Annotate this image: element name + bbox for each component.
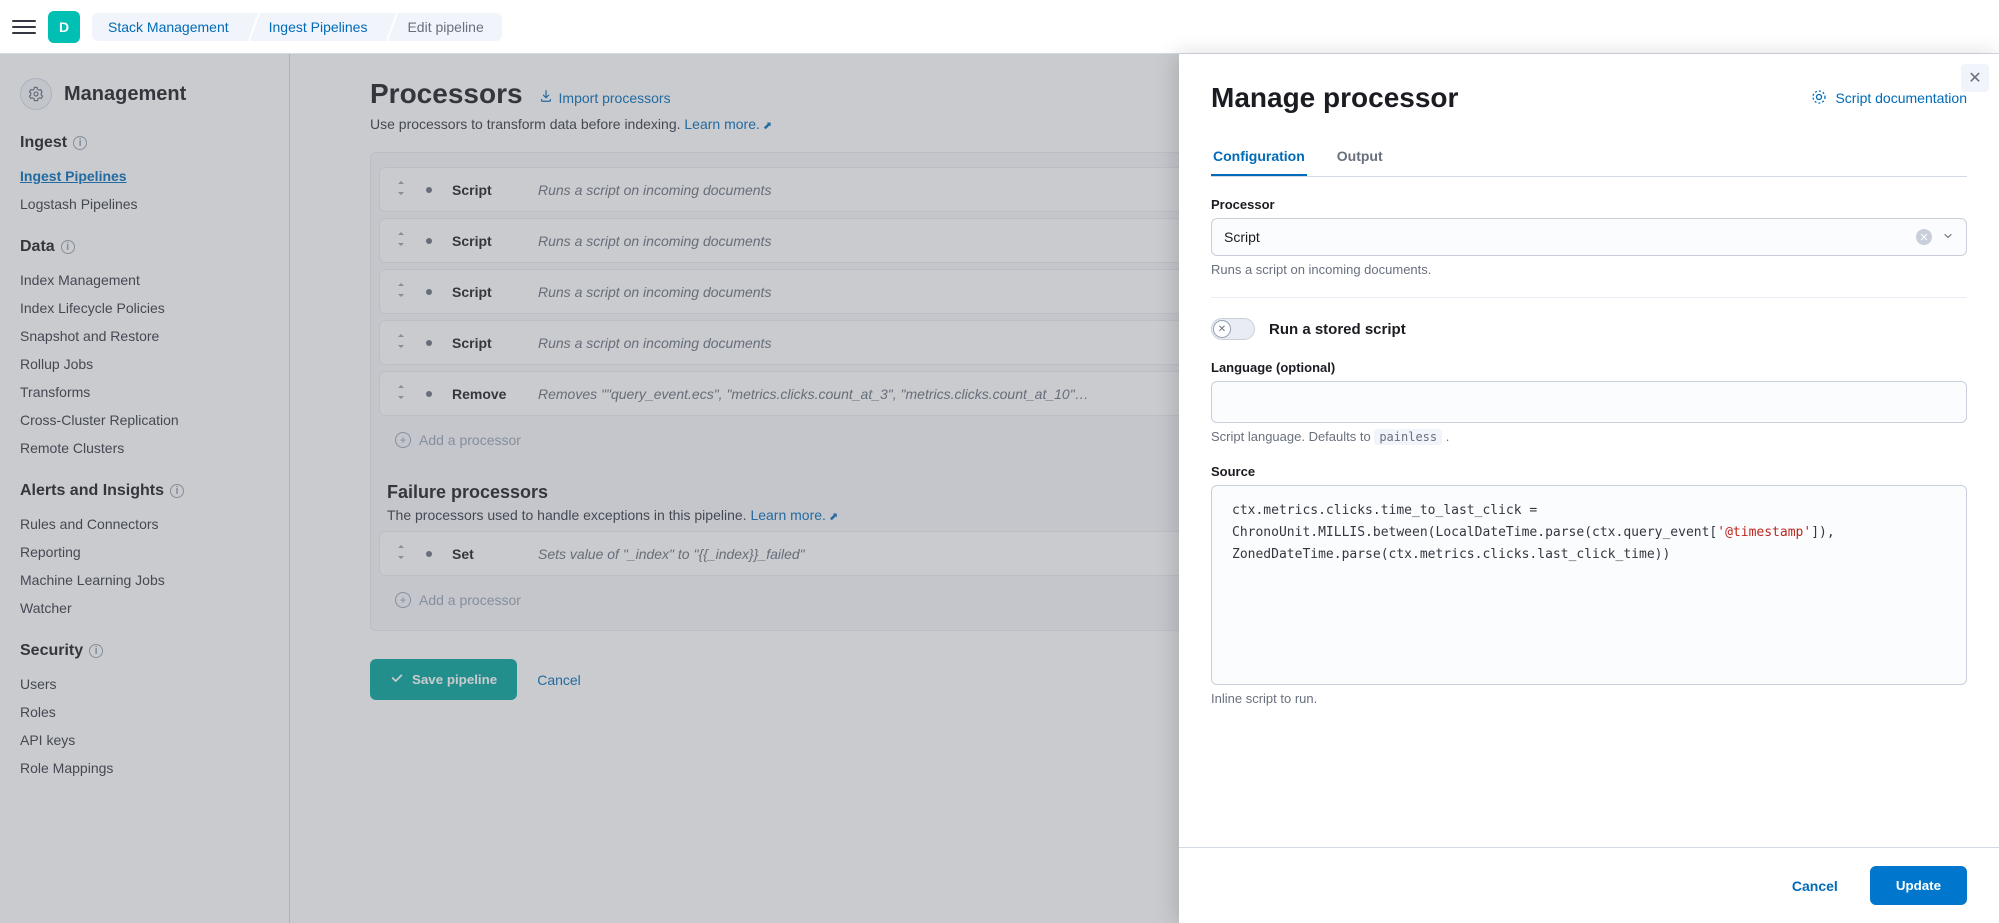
flyout-update-button[interactable]: Update [1870,866,1967,905]
processor-help-text: Runs a script on incoming documents. [1211,262,1967,277]
processor-type-value: Script [1224,229,1260,245]
processor-field-label: Processor [1211,197,1967,212]
language-field-label: Language (optional) [1211,360,1967,375]
close-icon: ✕ [1218,324,1226,335]
painless-code: painless [1374,429,1442,445]
close-icon: ✕ [1968,68,1981,88]
source-field-label: Source [1211,464,1967,479]
tab-configuration[interactable]: Configuration [1211,138,1307,176]
source-code-editor[interactable]: ctx.metrics.clicks.time_to_last_click = … [1211,485,1967,685]
breadcrumb-ingest-pipelines[interactable]: Ingest Pipelines [247,13,386,41]
breadcrumb-stack-management[interactable]: Stack Management [92,13,247,41]
flyout-title: Manage processor [1211,82,1458,114]
breadcrumb: Stack Management Ingest Pipelines Edit p… [92,13,502,41]
clear-selection-button[interactable]: ✕ [1916,229,1932,245]
flyout-close-button[interactable]: ✕ [1961,64,1989,92]
stored-script-label: Run a stored script [1269,321,1406,338]
breadcrumb-current: Edit pipeline [385,13,501,41]
flyout-footer: Cancel Update [1179,847,1999,923]
flyout-cancel-button[interactable]: Cancel [1776,868,1854,904]
source-help-text: Inline script to run. [1211,691,1967,706]
tab-output[interactable]: Output [1335,138,1385,176]
chevron-down-icon [1942,229,1954,245]
flyout-tabs: Configuration Output [1211,138,1967,177]
manage-processor-flyout: ✕ Manage processor Script documentation … [1179,54,1999,923]
documentation-icon [1811,89,1827,108]
hamburger-menu-icon[interactable] [12,15,36,39]
script-documentation-label: Script documentation [1835,90,1967,106]
space-avatar[interactable]: D [48,11,80,43]
script-documentation-link[interactable]: Script documentation [1811,89,1967,108]
divider [1211,297,1967,298]
stored-script-toggle[interactable]: ✕ [1211,318,1255,340]
processor-type-select[interactable]: Script ✕ [1211,218,1967,256]
close-icon: ✕ [1919,231,1928,244]
top-bar: D Stack Management Ingest Pipelines Edit… [0,0,1999,54]
language-input[interactable] [1211,381,1967,423]
language-help-text: Script language. Defaults to painless . [1211,429,1967,444]
